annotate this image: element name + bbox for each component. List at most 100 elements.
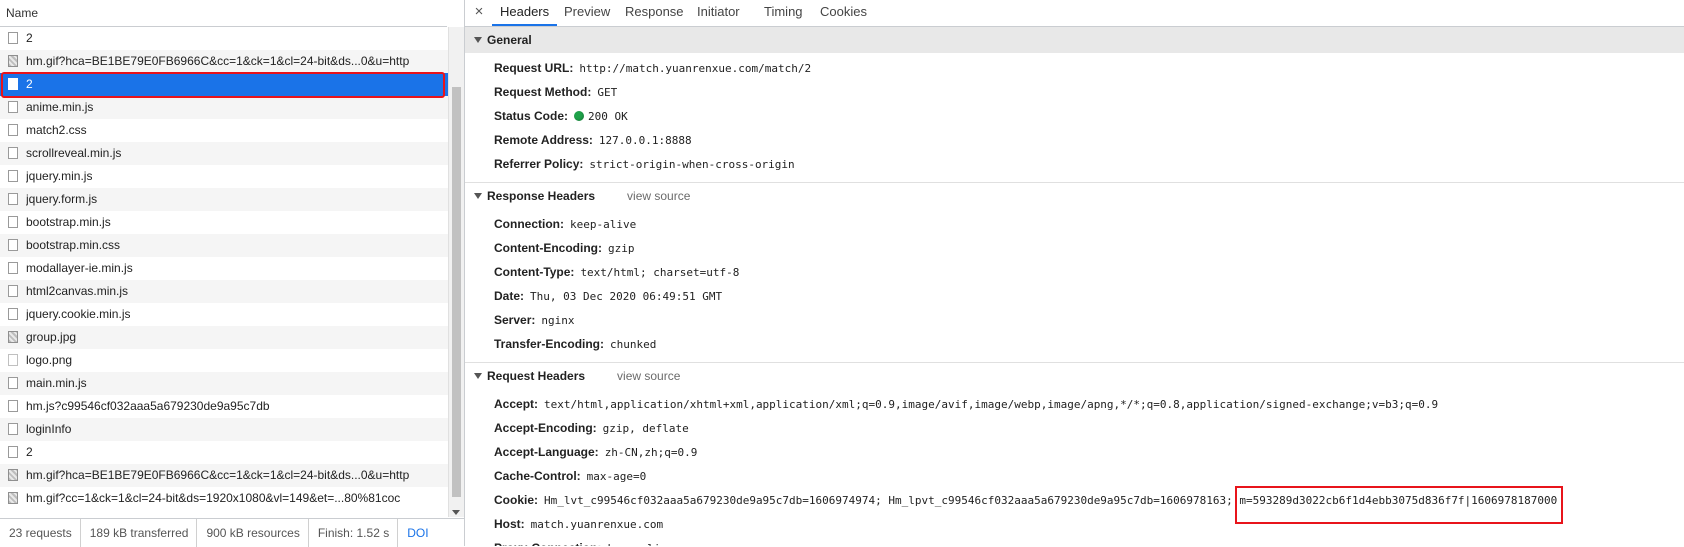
header-key: Host: — [494, 517, 525, 531]
tab-response[interactable]: Response — [617, 0, 692, 26]
request-headers-title: Request Headers — [487, 369, 586, 383]
document-icon — [8, 101, 18, 113]
header-value: keep-alive — [607, 542, 673, 546]
close-icon[interactable]: × — [471, 3, 487, 20]
header-row: Host: match.yuanrenxue.com — [465, 512, 1684, 536]
response-headers-title: Response Headers — [487, 189, 596, 203]
request-row[interactable]: jquery.cookie.min.js — [0, 303, 448, 326]
collapse-triangle-icon — [474, 37, 482, 43]
document-icon — [8, 124, 18, 136]
header-row: Proxy-Connection: keep-alive — [465, 536, 1684, 546]
request-row[interactable]: hm.js?c99546cf032aaa5a679230de9a95c7db — [0, 395, 448, 418]
finish-time: Finish: 1.52 s — [309, 519, 399, 547]
document-icon — [8, 400, 18, 412]
tab-headers[interactable]: Headers — [492, 0, 558, 26]
request-list: 2 hm.gif?hca=BE1BE79E0FB6966C&cc=1&ck=1&c… — [0, 27, 448, 517]
request-list-panel: Name 2 hm.gif?hca=BE1BE79E0FB6966C&cc=1&c… — [0, 0, 465, 547]
header-key: Cache-Control: — [494, 469, 581, 483]
document-icon — [8, 216, 18, 228]
request-row[interactable]: loginInfo — [0, 418, 448, 441]
request-headers-section-header[interactable]: Request Headers view source — [465, 363, 1684, 389]
response-headers-section-header[interactable]: Response Headers view source — [465, 183, 1684, 209]
header-key: Request Method: — [494, 85, 592, 99]
request-row[interactable]: main.min.js — [0, 372, 448, 395]
document-icon — [8, 78, 18, 90]
header-key: Accept-Language: — [494, 445, 599, 459]
scroll-down-arrow-icon[interactable] — [452, 510, 460, 515]
general-section-header[interactable]: General — [465, 27, 1684, 53]
request-row[interactable]: modallayer-ie.min.js — [0, 257, 448, 280]
response-view-source-link[interactable]: view source — [627, 189, 690, 203]
header-value: match.yuanrenxue.com — [530, 518, 664, 531]
header-key: Content-Type: — [494, 265, 575, 279]
request-name: main.min.js — [26, 376, 87, 390]
request-name: logo.png — [26, 353, 73, 367]
document-icon — [8, 193, 18, 205]
image-icon — [8, 469, 18, 481]
request-name: 2 — [26, 31, 33, 45]
request-row[interactable]: group.jpg — [0, 326, 448, 349]
name-column-label: Name — [6, 6, 39, 20]
request-name: hm.js?c99546cf032aaa5a679230de9a95c7db — [26, 399, 270, 413]
request-row[interactable]: jquery.form.js — [0, 188, 448, 211]
request-name: modallayer-ie.min.js — [26, 261, 133, 275]
tab-timing[interactable]: Timing — [756, 0, 811, 26]
header-value: 127.0.0.1:8888 — [598, 134, 692, 147]
header-key: Connection: — [494, 217, 564, 231]
scrollbar-thumb[interactable] — [452, 87, 461, 497]
header-value: 200 OK — [588, 110, 628, 123]
request-name: match2.css — [26, 123, 87, 137]
collapse-triangle-icon — [474, 373, 482, 379]
tab-preview[interactable]: Preview — [556, 0, 618, 26]
request-row[interactable]: scrollreveal.min.js — [0, 142, 448, 165]
header-value: nginx — [541, 314, 575, 327]
request-list-scrollbar[interactable] — [448, 27, 464, 517]
transferred-size: 189 kB transferred — [81, 519, 198, 547]
response-headers-body: Connection: keep-alive Content-Encoding: gz… — [465, 209, 1684, 363]
general-section-body: Request URL: http://match.yuanrenxue.com/… — [465, 53, 1684, 183]
image-icon — [8, 331, 18, 343]
header-value: gzip, deflate — [602, 422, 689, 435]
header-value: max-age=0 — [586, 470, 647, 483]
request-row[interactable]: bootstrap.min.js — [0, 211, 448, 234]
request-row[interactable]: hm.gif?hca=BE1BE79E0FB6966C&cc=1&ck=1&cl… — [0, 50, 448, 73]
header-value: chunked — [610, 338, 657, 351]
request-row[interactable]: hm.gif?hca=BE1BE79E0FB6966C&cc=1&ck=1&cl… — [0, 464, 448, 487]
request-name: bootstrap.min.js — [26, 215, 111, 229]
header-row: Cache-Control: max-age=0 — [465, 464, 1684, 488]
header-key: Remote Address: — [494, 133, 593, 147]
request-row[interactable]: hm.gif?cc=1&ck=1&cl=24-bit&ds=1920x1080&… — [0, 487, 448, 510]
header-value: text/html,application/xhtml+xml,applicat… — [544, 398, 1439, 411]
header-row: Transfer-Encoding: chunked — [465, 332, 1684, 356]
resources-size: 900 kB resources — [197, 519, 309, 547]
request-name: 2 — [26, 77, 33, 91]
header-row: Referrer Policy: strict-origin-when-cross… — [465, 152, 1684, 176]
header-row: Accept: text/html,application/xhtml+xml,a… — [465, 392, 1684, 416]
details-tab-bar: × Headers Preview Response Initiator Tim… — [465, 0, 1684, 27]
header-key: Proxy-Connection: — [494, 541, 601, 546]
request-row[interactable]: match2.css — [0, 119, 448, 142]
dom-content-loaded-link[interactable]: DOI — [398, 519, 436, 547]
cookie-row: Cookie: Hm_lvt_c99546cf032aaa5a679230de9a… — [465, 488, 1684, 512]
tab-initiator[interactable]: Initiator — [689, 0, 748, 26]
request-row[interactable]: anime.min.js — [0, 96, 448, 119]
name-column-header[interactable]: Name — [0, 0, 447, 27]
request-name: hm.gif?cc=1&ck=1&cl=24-bit&ds=1920x1080&… — [26, 491, 401, 505]
header-key: Accept-Encoding: — [494, 421, 597, 435]
request-row[interactable]: jquery.min.js — [0, 165, 448, 188]
request-count: 23 requests — [0, 519, 81, 547]
request-row[interactable]: html2canvas.min.js — [0, 280, 448, 303]
request-row[interactable]: 2 — [0, 73, 448, 96]
tab-cookies[interactable]: Cookies — [812, 0, 875, 26]
request-row[interactable]: 2 — [0, 27, 448, 50]
header-key: Referrer Policy: — [494, 157, 584, 171]
request-view-source-link[interactable]: view source — [617, 369, 680, 383]
request-details-panel: × Headers Preview Response Initiator Tim… — [465, 0, 1684, 546]
document-icon — [8, 170, 18, 182]
request-row[interactable]: logo.png — [0, 349, 448, 372]
status-ok-dot-icon — [574, 111, 585, 121]
request-row[interactable]: 2 — [0, 441, 448, 464]
header-row: Request URL: http://match.yuanrenxue.com/… — [465, 56, 1684, 80]
request-row[interactable]: bootstrap.min.css — [0, 234, 448, 257]
cookie-m-value: m=593289d3022cb6f1d4ebb3075d836f7f|16069… — [1239, 494, 1558, 507]
